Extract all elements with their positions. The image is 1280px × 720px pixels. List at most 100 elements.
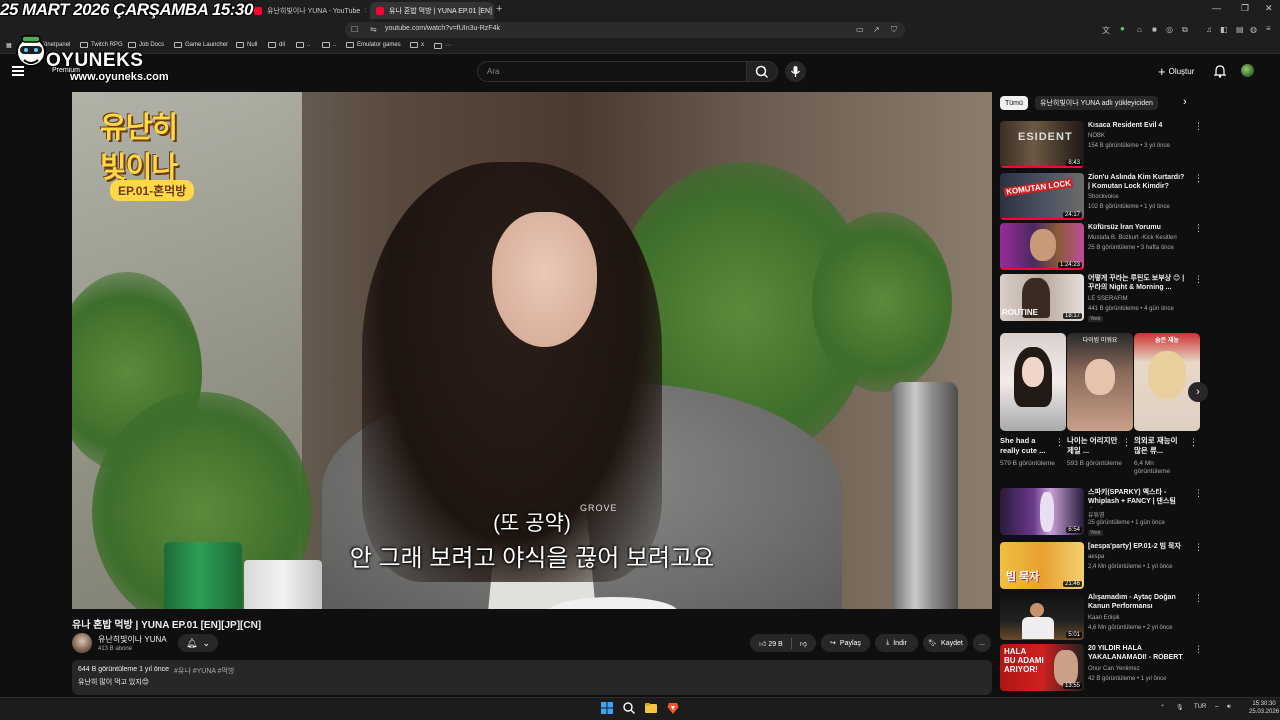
bookmark-item[interactable]: x bbox=[410, 42, 424, 48]
more-options-icon[interactable]: ⋮ bbox=[1194, 274, 1203, 285]
create-button[interactable]: + Oluştur bbox=[1158, 64, 1194, 79]
bookmark-item[interactable]: Job Docs bbox=[128, 42, 164, 48]
filter-chip-all[interactable]: Tümü bbox=[1000, 96, 1028, 110]
recommendation-item[interactable]: 1:24:23 Küfürsüz İran Yorumu Mustafa B. … bbox=[1000, 223, 1205, 271]
like-button[interactable]: 👍︎ 29 B bbox=[759, 639, 783, 648]
recommendation-item[interactable]: ESIDENT 8:43 Kısaca Resident Evil 4 NOBK… bbox=[1000, 121, 1205, 169]
apps-grid-icon[interactable]: ▦ bbox=[6, 42, 12, 49]
site-info-icon[interactable]: ⇋ bbox=[370, 25, 377, 34]
brave-browser-icon[interactable] bbox=[666, 701, 680, 715]
channel-name[interactable]: 유난히빛이나 YUNA bbox=[98, 634, 167, 645]
more-options-icon[interactable]: ⋮ bbox=[1194, 488, 1203, 499]
hashtags[interactable]: #유나 #YUNA #먹방 bbox=[174, 666, 234, 676]
more-options-icon[interactable]: ⋮ bbox=[1189, 437, 1198, 448]
more-options-icon[interactable]: ⋮ bbox=[1122, 437, 1131, 448]
search-button[interactable] bbox=[746, 61, 778, 82]
subscription-bell-button[interactable]: 🔔︎ ⌄ bbox=[178, 634, 218, 652]
user-avatar[interactable] bbox=[1241, 64, 1254, 77]
recommendation-item[interactable]: KOMUTAN LOCK 24:17 Zion'u Aslında Kim Ku… bbox=[1000, 173, 1205, 221]
cast-icon[interactable]: ▭ bbox=[856, 25, 864, 34]
vpn-icon[interactable]: ◍ bbox=[1250, 25, 1257, 34]
maximize-window-icon[interactable]: ❐ bbox=[1241, 3, 1249, 14]
windows-start-icon[interactable] bbox=[600, 701, 614, 715]
video-thumbnail[interactable]: KOMUTAN LOCK 24:17 bbox=[1000, 173, 1084, 220]
bookmark-item[interactable]: Emulator games bbox=[346, 42, 401, 48]
more-options-icon[interactable]: ⋮ bbox=[1055, 437, 1064, 448]
translate-icon[interactable]: 文 bbox=[1102, 25, 1110, 36]
recommendation-item[interactable]: 5:01 Alışamadım - Aytaç Doğan Kanun Perf… bbox=[1000, 593, 1205, 641]
bookmark-item[interactable]: Twitch RPG bbox=[80, 42, 123, 48]
notifications-bell-icon[interactable] bbox=[1214, 65, 1226, 78]
rec-channel: Onur Can Yeniimez bbox=[1088, 666, 1140, 672]
bookmark-icon[interactable]: ☐ bbox=[351, 25, 358, 34]
bookmark-item[interactable]: .. bbox=[322, 42, 336, 48]
video-thumbnail[interactable]: ESIDENT 8:43 bbox=[1000, 121, 1084, 168]
dislike-button[interactable]: 👎︎ bbox=[800, 639, 807, 648]
voice-search-button[interactable] bbox=[785, 61, 806, 82]
sidebar-toggle-icon[interactable]: ◧ bbox=[1220, 25, 1228, 34]
short-thumbnail[interactable] bbox=[1000, 333, 1066, 431]
rec-channel: Mustafa B. Bozkurt -Kick Kesitleri bbox=[1088, 235, 1177, 241]
rec-channel: aespa bbox=[1088, 554, 1105, 560]
extension-icon[interactable]: ● bbox=[1120, 24, 1125, 33]
extensions-puzzle-icon[interactable]: ⧉ bbox=[1182, 25, 1188, 35]
wifi-icon[interactable]: ⌔ bbox=[1214, 704, 1220, 712]
video-thumbnail[interactable]: HALA BU ADAMI ARIYOR! 13:55 bbox=[1000, 644, 1084, 691]
extension-icon[interactable]: ⌂ bbox=[1137, 25, 1142, 34]
bookmark-more[interactable]: ⋯ bbox=[434, 42, 451, 49]
video-thumbnail[interactable]: 5:01 bbox=[1000, 593, 1084, 640]
file-explorer-icon[interactable] bbox=[644, 701, 658, 715]
wallet-icon[interactable]: ▤ bbox=[1236, 25, 1244, 34]
taskbar-clock[interactable]: 15:30:30 25.03.2026 bbox=[1249, 700, 1279, 717]
more-options-icon[interactable]: ⋮ bbox=[1194, 644, 1203, 655]
menu-icon[interactable]: ≡ bbox=[1266, 24, 1271, 33]
channel-avatar[interactable] bbox=[72, 633, 92, 653]
more-options-icon[interactable]: ⋮ bbox=[1194, 121, 1203, 132]
short-thumbnail[interactable]: 다이빙 미워요 bbox=[1067, 333, 1133, 431]
video-thumbnail[interactable]: ROUTINE 18:17 bbox=[1000, 274, 1084, 321]
extension-icon[interactable]: ■ bbox=[1152, 25, 1157, 34]
url-text[interactable]: youtube.com/watch?v=fUIn3u-RzF4k bbox=[385, 25, 500, 32]
close-tab-icon[interactable]: ✕ bbox=[492, 6, 494, 15]
browser-tab-active[interactable]: 유나 혼밥 먹방 | YUNA EP.01 [EN] ✕ bbox=[370, 2, 494, 19]
bookmark-item[interactable]: .. bbox=[296, 42, 310, 48]
video-player[interactable]: GROVE 유난히 빛이나 EP.01-혼먹방 (또 공약) 안 그래 보려고 … bbox=[72, 92, 992, 609]
filter-chip-uploader[interactable]: 유난히빛이나 YUNA adlı yükleyiciden bbox=[1035, 96, 1158, 110]
close-tab-icon[interactable]: ✕ bbox=[360, 6, 366, 15]
bookmark-item[interactable]: Null bbox=[236, 42, 257, 48]
language-indicator[interactable]: TUR bbox=[1194, 704, 1206, 710]
video-thumbnail[interactable]: 6:54 bbox=[1000, 488, 1084, 535]
search-icon[interactable] bbox=[622, 701, 636, 715]
search-input[interactable] bbox=[477, 61, 747, 82]
chevron-up-icon[interactable]: ⌃ bbox=[1160, 704, 1165, 711]
extension-icon[interactable]: ◎ bbox=[1166, 25, 1173, 34]
video-thumbnail[interactable]: 1:24:23 bbox=[1000, 223, 1084, 270]
video-thumbnail[interactable]: 빔 묵자 21:46 bbox=[1000, 542, 1084, 589]
recommendation-item[interactable]: 빔 묵자 21:46 [aespa'party] EP.01-2 빔 묵자 ae… bbox=[1000, 542, 1205, 590]
microphone-icon[interactable]: 🎙︎ bbox=[1176, 704, 1184, 711]
recommendation-item[interactable]: 6:54 스파키(SPARKY) 엑스타 - Whiplash + FANCY … bbox=[1000, 488, 1205, 542]
share-button[interactable]: ↪ Paylaş bbox=[821, 634, 870, 652]
more-actions-button[interactable]: ... bbox=[973, 634, 991, 652]
bookmark-item[interactable]: Game Launcher bbox=[174, 42, 228, 48]
download-button[interactable]: ⤓ İndir bbox=[875, 634, 918, 652]
more-options-icon[interactable]: ⋮ bbox=[1194, 223, 1203, 234]
share-page-icon[interactable]: ↗ bbox=[873, 25, 880, 34]
bookmark-item[interactable]: dil bbox=[268, 42, 285, 48]
recommendation-item[interactable]: ROUTINE 18:17 어떻게 꾸라는 루틴도 보부상 😊 | 꾸라의 Ni… bbox=[1000, 274, 1205, 328]
volume-icon[interactable]: 🔊︎ bbox=[1227, 704, 1231, 711]
new-tab-button[interactable]: + bbox=[496, 3, 502, 15]
more-options-icon[interactable]: ⋮ bbox=[1194, 593, 1203, 604]
short-thumbnail[interactable]: 숨은 재능 bbox=[1134, 333, 1200, 431]
browser-tab[interactable]: 유난히빛이나 YUNA - YouTube ✕ bbox=[248, 2, 366, 19]
shorts-next-button[interactable]: › bbox=[1188, 382, 1208, 402]
media-icon[interactable]: ♫ bbox=[1206, 25, 1212, 34]
minimize-window-icon[interactable]: — bbox=[1212, 3, 1221, 13]
chevron-right-icon[interactable]: › bbox=[1183, 96, 1187, 108]
save-button[interactable]: 🔖︎ Kaydet bbox=[923, 634, 968, 652]
more-options-icon[interactable]: ⋮ bbox=[1194, 173, 1203, 184]
recommendation-item[interactable]: HALA BU ADAMI ARIYOR! 13:55 20 YILDIR HALA… bbox=[1000, 644, 1205, 692]
shield-icon[interactable]: ⛉ bbox=[891, 25, 897, 35]
close-window-icon[interactable]: ✕ bbox=[1265, 3, 1273, 14]
more-options-icon[interactable]: ⋮ bbox=[1194, 542, 1203, 553]
